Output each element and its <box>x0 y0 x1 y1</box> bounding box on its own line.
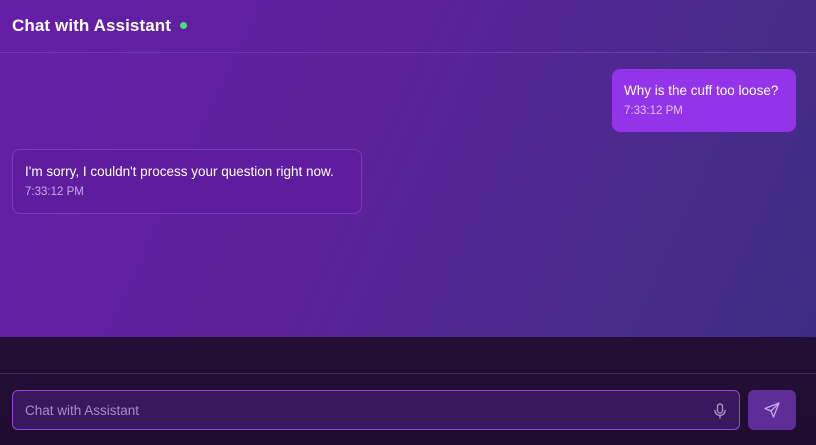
chat-input-container <box>12 390 740 430</box>
message-timestamp: 7:33:12 PM <box>25 186 84 198</box>
message-text: I'm sorry, I couldn't process your quest… <box>25 164 334 179</box>
send-icon <box>764 402 780 418</box>
send-button[interactable] <box>748 390 796 430</box>
online-status-dot <box>180 21 188 29</box>
user-message-bubble: Why is the cuff too loose? 7:33:12 PM <box>612 69 796 132</box>
mic-button[interactable] <box>711 401 729 421</box>
chat-app: Chat with Assistant Why is the cuff too … <box>0 0 816 445</box>
chat-header: Chat with Assistant <box>0 0 816 53</box>
composer-area <box>0 337 816 445</box>
chat-title: Chat with Assistant <box>12 16 172 35</box>
chat-input[interactable] <box>13 391 703 429</box>
mic-icon <box>714 403 726 419</box>
message-text: Why is the cuff too loose? <box>624 83 779 98</box>
message-timestamp: 7:33:12 PM <box>624 105 683 117</box>
assistant-message-bubble: I'm sorry, I couldn't process your quest… <box>12 149 362 214</box>
chat-area: Chat with Assistant Why is the cuff too … <box>0 0 816 337</box>
divider <box>0 373 816 374</box>
